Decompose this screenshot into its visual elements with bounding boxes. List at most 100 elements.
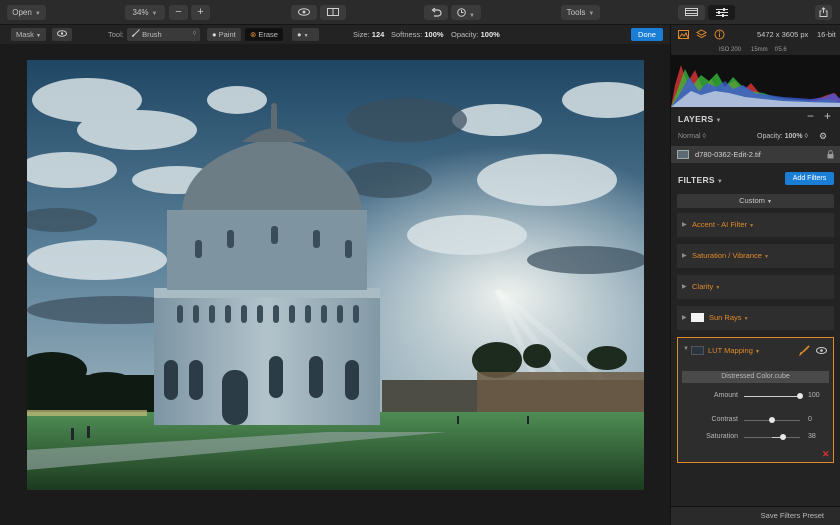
clock-icon	[457, 8, 466, 17]
lock-icon[interactable]	[827, 150, 834, 159]
stepper-arrows-icon: ◊	[804, 133, 808, 140]
amount-slider-knob[interactable]	[797, 393, 803, 399]
saturation-slider-knob[interactable]	[779, 434, 786, 440]
layer-opacity-value: 100%	[784, 133, 803, 140]
zoom-dropdown[interactable]: 34% ▼	[125, 5, 165, 20]
contrast-slider-knob[interactable]	[769, 417, 775, 423]
top-toolbar: Open ▼ 34% ▼ − + ▼ Tools ▼	[0, 0, 840, 25]
filter-saturation-vibrance[interactable]: ▶ Saturation / Vibrance ▼	[677, 244, 834, 268]
layer-item[interactable]: d780-0362-Edit-2.tif	[671, 146, 840, 163]
layers-title[interactable]: LAYERS ▼	[678, 114, 722, 124]
image-icon[interactable]	[678, 29, 689, 40]
stepper-arrows-icon: ◊	[193, 31, 196, 37]
filter-name: Accent - AI Filter ▼	[692, 220, 755, 229]
browse-view-button[interactable]	[678, 5, 705, 20]
contrast-value: 0	[808, 416, 812, 423]
focal-length: 15mm	[751, 47, 768, 53]
gear-icon[interactable]: ⚙	[819, 131, 827, 142]
erase-label: Erase	[258, 30, 278, 39]
size-value: 124	[371, 30, 385, 39]
add-filters-button[interactable]: Add Filters	[785, 172, 834, 185]
filter-mask-thumbnail	[691, 313, 704, 322]
opacity-label: Opacity:	[451, 30, 479, 39]
remove-layer-button[interactable]: −	[807, 109, 814, 123]
eye-icon	[298, 8, 310, 16]
mask-label: Mask	[16, 30, 34, 39]
filter-accent-ai[interactable]: ▶ Accent - AI Filter ▼	[677, 213, 834, 237]
amount-value: 100	[808, 392, 820, 399]
amount-slider-fill	[744, 396, 800, 397]
chevron-down-icon: ▼	[34, 11, 41, 17]
filter-lut-mapping[interactable]: ▼ LUT Mapping ▼ Distressed Color.cube Am…	[677, 337, 834, 463]
blend-mode-dropdown[interactable]: Normal ◊	[678, 133, 706, 140]
eye-icon	[57, 30, 67, 37]
eye-icon[interactable]	[816, 347, 827, 354]
opacity-readout[interactable]: Opacity: 100%	[451, 28, 500, 41]
custom-preset-dropdown[interactable]: Custom ▼	[677, 194, 834, 208]
share-button[interactable]	[815, 5, 832, 20]
bit-depth: 16-bit	[817, 30, 836, 39]
mask-dropdown[interactable]: Mask ▼	[11, 28, 46, 41]
stepper-arrows-icon: ◊	[702, 133, 706, 140]
filters-title[interactable]: FILTERS ▼	[678, 175, 723, 185]
undo-button[interactable]	[424, 5, 448, 20]
size-readout[interactable]: Size: 124	[353, 28, 384, 41]
expand-arrow-icon[interactable]: ▶	[682, 252, 687, 259]
chevron-down-icon: ▼	[303, 33, 309, 39]
zoom-in-button[interactable]: +	[191, 5, 210, 20]
preview-button[interactable]	[291, 5, 317, 20]
saturation-value: 38	[808, 433, 816, 440]
lut-preset-dropdown[interactable]: Distressed Color.cube	[682, 371, 829, 383]
chevron-down-icon: ▼	[36, 33, 41, 39]
done-button[interactable]: Done	[631, 28, 663, 41]
aperture-value: f/5.6	[775, 47, 787, 53]
adjustments-button[interactable]	[708, 5, 735, 20]
erase-mode-button[interactable]: ⊗ Erase	[245, 28, 283, 41]
image-canvas[interactable]	[0, 44, 670, 525]
paint-label: Paint	[218, 30, 236, 39]
chevron-down-icon: ▼	[151, 11, 158, 17]
softness-readout[interactable]: Softness: 100%	[391, 28, 444, 41]
mask-options-dropdown[interactable]: ● ▼	[292, 28, 319, 41]
filter-name: Clarity ▼	[692, 282, 721, 291]
info-icon[interactable]	[714, 29, 725, 40]
expand-arrow-icon[interactable]: ▶	[682, 314, 687, 321]
blend-mode-label: Normal	[678, 133, 701, 140]
brush-selector[interactable]: Brush ◊	[127, 28, 200, 41]
filter-mask-thumbnail	[691, 346, 704, 355]
brush-mask-icon[interactable]	[799, 345, 810, 356]
saturation-label: Saturation	[706, 433, 738, 440]
chevron-down-icon: ▼	[469, 13, 475, 19]
photo-baptistery[interactable]	[27, 60, 644, 490]
tool-label: Tool:	[108, 30, 124, 39]
chevron-down-icon: ▼	[766, 199, 772, 205]
mask-visibility-button[interactable]	[52, 28, 72, 41]
paint-mode-button[interactable]: ● Paint	[207, 28, 241, 41]
brush-label: Brush	[142, 30, 162, 39]
amount-label: Amount	[713, 392, 738, 399]
filmstrip-icon	[685, 8, 698, 16]
layer-opacity-dropdown[interactable]: Opacity: 100% ◊	[757, 133, 808, 140]
filter-clarity[interactable]: ▶ Clarity ▼	[677, 275, 834, 299]
brush-icon	[131, 29, 140, 38]
open-button[interactable]: Open ▼	[7, 5, 46, 20]
save-filters-preset-button[interactable]: Save Filters Preset	[671, 506, 840, 525]
tools-menu[interactable]: Tools ▼	[561, 5, 600, 20]
mask-toolbar: Mask ▼ Tool: Brush ◊ ● Paint ⊗ Erase ● ▼…	[0, 25, 670, 44]
filter-sun-rays[interactable]: ▶ Sun Rays ▼	[677, 306, 834, 330]
layers-stack-icon[interactable]	[696, 29, 707, 40]
open-label: Open	[12, 8, 32, 17]
chevron-down-icon: ▼	[715, 118, 722, 124]
zoom-out-button[interactable]: −	[169, 5, 188, 20]
share-icon	[819, 7, 828, 17]
add-layer-button[interactable]: +	[824, 109, 831, 123]
softness-value: 100%	[424, 30, 444, 39]
expand-arrow-icon[interactable]: ▶	[682, 221, 687, 228]
histogram	[671, 55, 840, 107]
history-button[interactable]: ▼	[451, 5, 481, 20]
compare-button[interactable]	[320, 5, 346, 20]
remove-filter-icon[interactable]: ✕	[822, 449, 830, 460]
sliders-icon	[715, 8, 728, 17]
collapse-arrow-icon[interactable]: ▼	[683, 346, 689, 352]
expand-arrow-icon[interactable]: ▶	[682, 283, 687, 290]
